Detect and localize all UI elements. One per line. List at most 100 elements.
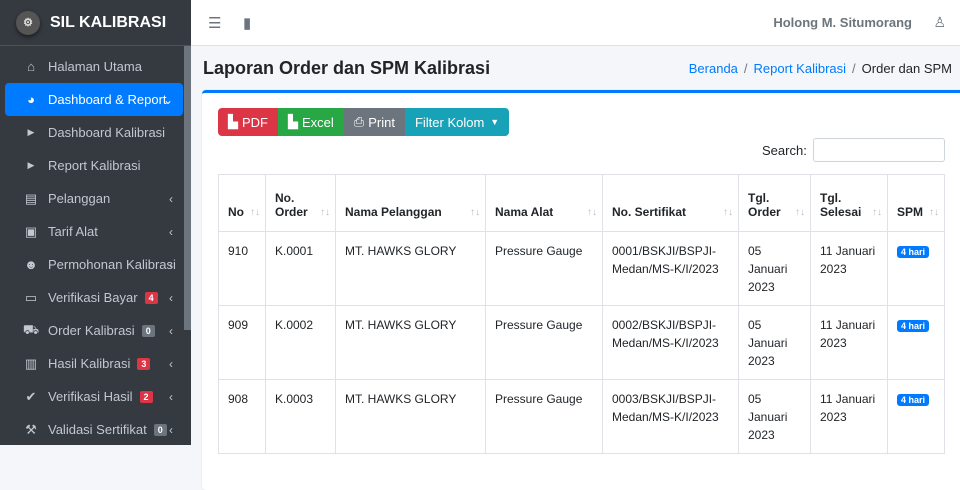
sidebar-item[interactable]: ☻ Permohonan Kalibrasi ‹ <box>5 248 183 281</box>
book-icon[interactable]: ▮ <box>243 14 261 32</box>
export-buttons: ▙ PDF ▙ Excel ⎙ Print Filter Kolom ▼ <box>218 108 510 136</box>
breadcrumb-home[interactable]: Beranda <box>689 61 738 76</box>
column-header-label: No. Sertifikat <box>612 205 687 219</box>
cell-text: 0003/BSKJI/BSPJI-Medan/MS-K/I/2023 <box>612 392 719 424</box>
column-header-label: Tgl. Order <box>748 191 781 219</box>
breadcrumb-separator: / <box>743 61 748 76</box>
sidebar-item-label: Dashboard & Report <box>48 92 167 107</box>
column-header[interactable]: Nama Alat ↑↓ <box>485 174 603 232</box>
caret-down-icon: ▼ <box>490 117 500 127</box>
report-card: ▙ PDF ▙ Excel ⎙ Print Filter Kolom ▼ Search:… <box>202 90 960 490</box>
table-cell: K.0002 <box>265 305 336 380</box>
table-cell: 11 Januari 2023 <box>810 379 888 454</box>
print-icon: ⎙ <box>353 114 365 129</box>
sort-icon: ↑↓ <box>320 207 330 218</box>
data-table: No ↑↓ No. Order ↑↓ Nama Pelanggan ↑↓ Nama Alat… <box>218 174 945 454</box>
cell-text: MT. HAWKS GLORY <box>345 318 457 332</box>
pdf-button[interactable]: ▙ PDF <box>218 108 278 136</box>
sidebar-item[interactable]: ▶ Report Kalibrasi <box>5 149 183 182</box>
money-icon: ▣ <box>24 223 38 239</box>
column-header[interactable]: Nama Pelanggan ↑↓ <box>335 174 486 232</box>
user-icon[interactable]: ♙ <box>933 14 946 31</box>
sidebar-item[interactable]: ▣ Tarif Alat ‹ <box>5 215 183 248</box>
search-group: Search: <box>762 138 945 162</box>
column-header[interactable]: No ↑↓ <box>218 174 266 232</box>
cell-text: Pressure Gauge <box>495 244 583 258</box>
spm-badge: 4 hari <box>897 320 930 332</box>
table-cell: K.0003 <box>265 379 336 454</box>
sidebar-item[interactable]: ▭ Verifikasi Bayar 4 ‹ <box>5 281 183 314</box>
cart-icon: ⛟ <box>22 321 40 337</box>
sidebar-item-label: Halaman Utama <box>48 59 142 74</box>
sidebar-item[interactable]: ⛟ Order Kalibrasi 0 ‹ <box>5 314 183 347</box>
spm-badge: 4 hari <box>897 394 930 406</box>
excel-button[interactable]: ▙ Excel <box>278 108 344 136</box>
cell-text: 0002/BSKJI/BSPJI-Medan/MS-K/I/2023 <box>612 318 719 350</box>
gavel-icon: ⚒ <box>25 421 37 437</box>
sort-icon: ↑↓ <box>587 207 597 218</box>
cell-text: 05 Januari 2023 <box>748 392 788 442</box>
sidebar-nav: ⌂ Halaman Utama ◕ Dashboard & Report ⌄ ▶ Dashb… <box>5 50 183 446</box>
filter-kolom-button[interactable]: Filter Kolom ▼ <box>404 108 510 136</box>
column-header[interactable]: No. Order ↑↓ <box>265 174 336 232</box>
spm-badge: 4 hari <box>897 246 930 258</box>
search-input[interactable] <box>812 138 945 162</box>
sidebar-item-label: Order Kalibrasi <box>48 323 135 338</box>
chevron-down-icon: ⌄ <box>162 92 173 107</box>
sidebar-item[interactable]: ▤ Pelanggan ‹ <box>5 182 183 215</box>
sort-icon: ↑↓ <box>470 207 480 218</box>
table-cell: Pressure Gauge <box>485 231 603 306</box>
file-pdf-icon: ▙ <box>228 114 238 129</box>
table-cell: MT. HAWKS GLORY <box>335 305 486 380</box>
table-row: 908 K.0003 MT. HAWKS GLORY Pressure Gauge 00… <box>218 379 945 454</box>
sidebar: ⚙ SIL KALIBRASI ⌂ Halaman Utama ◕ Dashboard … <box>0 0 191 445</box>
chevron-left-icon: ‹ <box>169 389 173 404</box>
column-header[interactable]: Tgl. Selesai ↑↓ <box>810 174 888 232</box>
column-header-label: Nama Pelanggan <box>345 205 442 219</box>
sidebar-item-label: Report Kalibrasi <box>48 158 141 173</box>
table-row: 909 K.0002 MT. HAWKS GLORY Pressure Gauge 00… <box>218 305 945 380</box>
page-title: Laporan Order dan SPM Kalibrasi <box>203 58 491 78</box>
cell-text: MT. HAWKS GLORY <box>345 392 457 406</box>
excel-label: Excel <box>302 114 334 130</box>
column-header-label: Tgl. Selesai <box>820 191 862 219</box>
breadcrumb-separator: / <box>852 61 856 76</box>
sidebar-item-label: Dashboard Kalibrasi <box>48 125 166 140</box>
sidebar-scrollbar[interactable] <box>184 46 191 330</box>
table-cell: 4 hari <box>887 379 945 454</box>
user-name[interactable]: Holong M. Situmorang <box>773 15 912 30</box>
sidebar-item-label: Validasi Sertifikat <box>48 422 147 437</box>
column-header[interactable]: Tgl. Order ↑↓ <box>738 174 811 232</box>
clipboard-icon: ▥ <box>24 355 38 371</box>
cell-text: 11 Januari 2023 <box>820 392 876 424</box>
filter-label: Filter Kolom <box>414 114 485 130</box>
sidebar-item[interactable]: ✔ Verifikasi Hasil 2 ‹ <box>5 380 183 413</box>
column-header[interactable]: SPM ↑↓ <box>887 174 945 232</box>
table-cell: 4 hari <box>887 305 945 380</box>
column-header-label: No <box>228 205 244 219</box>
cell-text: 909 <box>228 318 249 332</box>
sidebar-item[interactable]: ⌂ Halaman Utama <box>5 50 183 83</box>
sidebar-item[interactable]: ⚒ Validasi Sertifikat 0 ‹ <box>5 413 183 446</box>
sidebar-item-label: Verifikasi Bayar <box>48 290 138 305</box>
sort-icon: ↑↓ <box>250 207 260 218</box>
breadcrumb-report[interactable]: Report Kalibrasi <box>754 61 847 76</box>
sidebar-item[interactable]: ◕ Dashboard & Report ⌄ <box>5 83 183 116</box>
column-header[interactable]: No. Sertifikat ↑↓ <box>602 174 739 232</box>
table-cell: Pressure Gauge <box>485 305 603 380</box>
sidebar-item[interactable]: ▥ Hasil Kalibrasi 3 ‹ <box>5 347 183 380</box>
menu-toggle-icon[interactable]: ☰ <box>208 14 226 32</box>
chevron-left-icon: ‹ <box>169 323 173 338</box>
top-navbar: ☰ ▮ Holong M. Situmorang ♙ <box>191 0 960 46</box>
count-badge: 3 <box>137 357 151 370</box>
print-button[interactable]: ⎙ Print <box>343 108 405 136</box>
user-edit-icon: ☻ <box>24 257 38 272</box>
brand-name: SIL KALIBRASI <box>50 13 167 31</box>
sidebar-item-label: Permohonan Kalibrasi <box>48 257 176 272</box>
cell-text: 11 Januari 2023 <box>820 318 876 350</box>
cell-text: Pressure Gauge <box>495 392 583 406</box>
cell-text: K.0002 <box>275 318 314 332</box>
sidebar-item[interactable]: ▶ Dashboard Kalibrasi <box>5 116 183 149</box>
sidebar-item-label: Pelanggan <box>48 191 111 206</box>
brand-link[interactable]: ⚙ SIL KALIBRASI <box>0 0 191 46</box>
